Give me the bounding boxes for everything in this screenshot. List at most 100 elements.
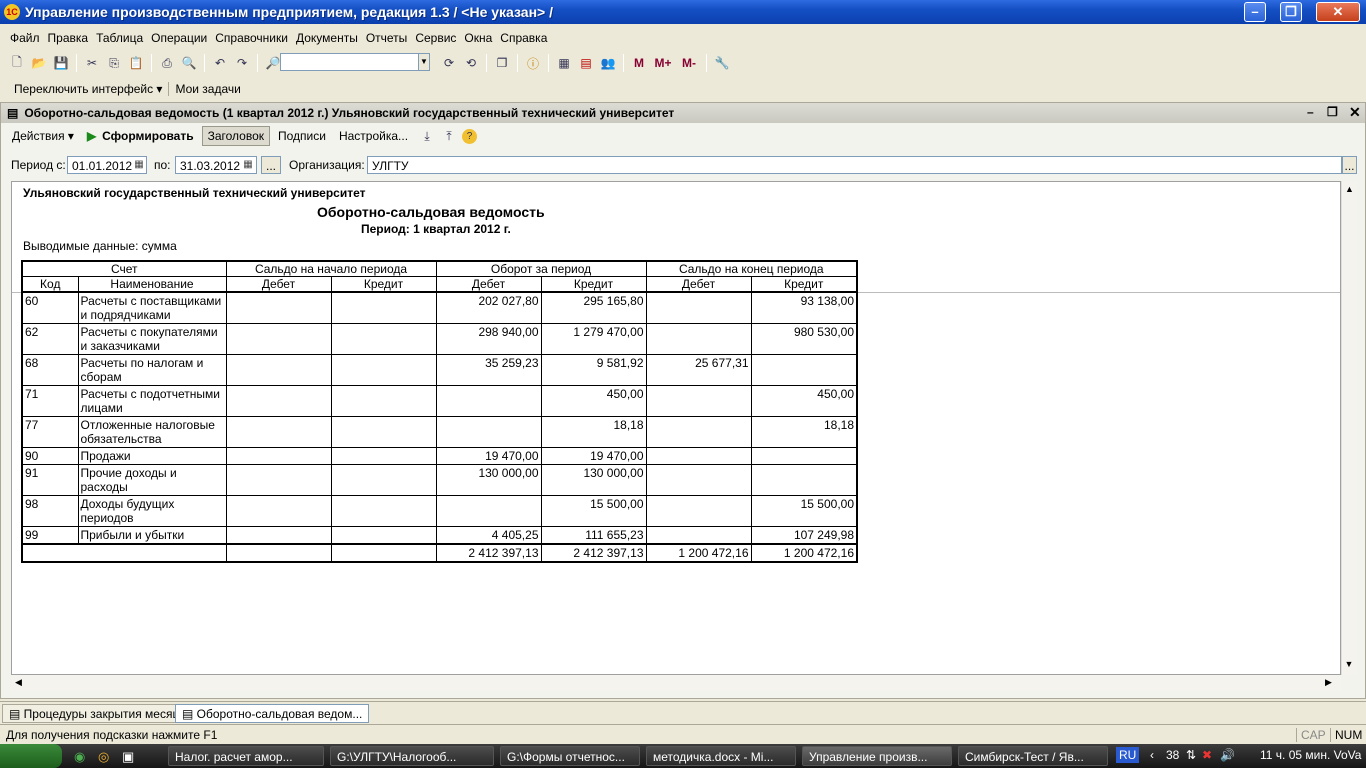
- paste-icon[interactable]: 📋: [127, 54, 145, 72]
- table-header-row: Счет Сальдо на начало периода Оборот за …: [21, 260, 858, 277]
- vertical-scrollbar[interactable]: ▲ ▼: [1341, 181, 1357, 675]
- scroll-down-icon[interactable]: ▼: [1342, 659, 1356, 669]
- cell-start-debit: [225, 495, 332, 527]
- info-icon[interactable]: ⓘ: [524, 54, 542, 72]
- report-sheet[interactable]: Ульяновский государственный технический …: [11, 181, 1341, 675]
- calculator-icon[interactable]: ▦: [555, 54, 573, 72]
- start-button[interactable]: [0, 744, 62, 768]
- organization-input[interactable]: УЛГТУ: [367, 156, 1342, 174]
- taskbar-item[interactable]: G:\Формы отчетнос...: [500, 746, 640, 766]
- minimize-button[interactable]: –: [1244, 2, 1266, 22]
- col-account: Счет: [21, 260, 227, 277]
- menu-table[interactable]: Таблица: [92, 31, 147, 45]
- doc-minimize-icon[interactable]: –: [1307, 105, 1314, 119]
- tab-turnover-sheet[interactable]: ▤ Оборотно-сальдовая ведом...: [175, 704, 370, 723]
- taskbar-item[interactable]: Управление произв...: [802, 746, 952, 766]
- period-select-button[interactable]: ...: [261, 156, 281, 174]
- menu-service[interactable]: Сервис: [411, 31, 460, 45]
- cell-turnover-credit: 1 279 470,00: [540, 323, 647, 355]
- tray-chevron-icon[interactable]: ‹: [1150, 748, 1154, 762]
- menu-windows[interactable]: Окна: [460, 31, 496, 45]
- menu-references[interactable]: Справочники: [211, 31, 292, 45]
- tools-icon[interactable]: 🔧: [713, 54, 731, 72]
- open-folder-icon[interactable]: 📂: [30, 54, 48, 72]
- organization-select-button[interactable]: ...: [1342, 156, 1357, 174]
- scroll-right-icon[interactable]: ▶: [1325, 677, 1332, 688]
- horizontal-scrollbar[interactable]: ◀ ▶: [11, 675, 1341, 691]
- doc-close-icon[interactable]: ✕: [1349, 104, 1361, 121]
- cell-start-credit: [330, 354, 437, 386]
- calendar-icon[interactable]: ▦: [132, 157, 146, 173]
- quick-search-input[interactable]: [280, 53, 420, 71]
- generate-button[interactable]: Сформировать: [82, 127, 199, 145]
- cell-turnover-credit: 18,18: [540, 416, 647, 448]
- menu-reports[interactable]: Отчеты: [362, 31, 411, 45]
- my-tasks-button[interactable]: Мои задачи: [168, 82, 246, 96]
- chrome-icon[interactable]: ◎: [98, 749, 109, 765]
- maximize-button[interactable]: ❐: [1280, 2, 1302, 22]
- actions-menu-button[interactable]: Действия ▾: [7, 127, 79, 145]
- memory-plus-button[interactable]: M+: [652, 54, 674, 72]
- find-prev-icon[interactable]: ⟲: [462, 54, 480, 72]
- taskbar-item[interactable]: G:\УЛГТУ\Налогооб...: [330, 746, 494, 766]
- users-icon[interactable]: 👥: [599, 54, 617, 72]
- taskbar-item[interactable]: Налог. расчет амор...: [168, 746, 324, 766]
- menu-operations[interactable]: Операции: [147, 31, 211, 45]
- menu-file[interactable]: Файл: [6, 31, 44, 45]
- network-icon[interactable]: ⇅: [1186, 748, 1196, 762]
- menu-bar: Файл Правка Таблица Операции Справочники…: [0, 28, 1366, 48]
- settings-button[interactable]: Настройка...: [334, 127, 413, 145]
- utorrent-icon[interactable]: ◉: [74, 749, 85, 765]
- cell-turnover-credit: 130 000,00: [540, 464, 647, 496]
- signatures-button[interactable]: Подписи: [273, 127, 331, 145]
- menu-edit[interactable]: Правка: [44, 31, 93, 45]
- cell-name: Расчеты с подотчетными лицами: [77, 385, 227, 417]
- taskbar-item[interactable]: Симбирск-Тест / Яв...: [958, 746, 1108, 766]
- cut-icon[interactable]: ✂: [83, 54, 101, 72]
- switch-interface-button[interactable]: Переключить интерфейс ▾: [8, 82, 168, 96]
- save-icon[interactable]: 💾: [52, 54, 70, 72]
- calendar-icon[interactable]: ▦: [241, 157, 255, 173]
- memory-button[interactable]: M: [630, 54, 648, 72]
- windows-icon[interactable]: ❐: [493, 54, 511, 72]
- table-row: 71 Расчеты с подотчетными лицами 450,00 450…: [21, 385, 858, 417]
- tab-month-closing[interactable]: ▤ Процедуры закрытия месяца: [2, 704, 194, 723]
- menu-documents[interactable]: Документы: [292, 31, 362, 45]
- scroll-up-icon[interactable]: ▲: [1342, 184, 1357, 194]
- toolbar-separator: [623, 54, 624, 72]
- find-next-icon[interactable]: ⟳: [440, 54, 458, 72]
- calendar-icon[interactable]: ▤: [577, 54, 595, 72]
- app-icon[interactable]: ▣: [122, 749, 134, 765]
- print-preview-icon[interactable]: 🔍: [180, 54, 198, 72]
- menu-help[interactable]: Справка: [496, 31, 551, 45]
- export-icon[interactable]: ⤓: [418, 127, 436, 145]
- report-icon: ▤: [7, 106, 19, 120]
- memory-minus-button[interactable]: M-: [678, 54, 700, 72]
- antivirus-icon[interactable]: ✖: [1202, 748, 1212, 762]
- chevron-down-icon[interactable]: ▼: [418, 53, 430, 71]
- new-document-icon[interactable]: 🗋: [8, 54, 26, 72]
- cell-code: 90: [21, 447, 79, 465]
- cell-turnover-debit: 130 000,00: [435, 464, 542, 496]
- close-button[interactable]: ✕: [1316, 2, 1360, 22]
- print-icon[interactable]: ⎙: [158, 54, 176, 72]
- report-org-name: Ульяновский государственный технический …: [23, 186, 366, 200]
- scroll-left-icon[interactable]: ◀: [15, 677, 22, 688]
- col-debit: Дебет: [645, 276, 752, 293]
- cell-start-debit: [225, 385, 332, 417]
- header-toggle-button[interactable]: Заголовок: [201, 126, 271, 146]
- cell-end-credit: [750, 354, 858, 386]
- help-icon[interactable]: ?: [462, 128, 478, 144]
- toolbar-separator: [517, 54, 518, 72]
- tab-label: Оборотно-сальдовая ведом...: [196, 707, 363, 721]
- save-settings-icon[interactable]: ⤒: [440, 127, 458, 145]
- col-turnover: Оборот за период: [435, 260, 647, 277]
- language-indicator[interactable]: RU: [1116, 747, 1140, 763]
- taskbar-item[interactable]: методичка.docx - Mi...: [646, 746, 796, 766]
- copy-icon[interactable]: ⎘: [105, 54, 123, 72]
- redo-icon[interactable]: ↷: [233, 54, 251, 72]
- undo-icon[interactable]: ↶: [211, 54, 229, 72]
- doc-restore-icon[interactable]: ❐: [1327, 105, 1338, 119]
- status-bar: Для получения подсказки нажмите F1 CAP N…: [0, 724, 1366, 744]
- volume-icon[interactable]: 🔊: [1220, 748, 1235, 762]
